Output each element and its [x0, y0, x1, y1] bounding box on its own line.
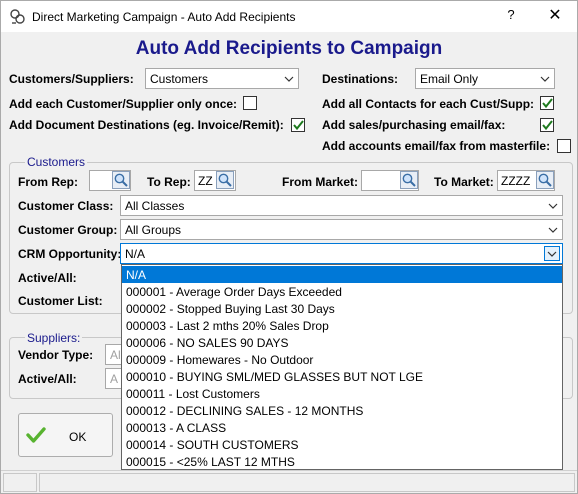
customer-group-select[interactable]: All Groups — [120, 219, 563, 240]
add-sales-email-label: Add sales/purchasing email/fax: — [322, 118, 506, 132]
add-once-label: Add each Customer/Supplier only once: — [9, 97, 238, 111]
crm-opportunity-dropdown-list: N/A 000001 - Average Order Days Exceeded 0… — [121, 264, 563, 470]
add-doc-dest-label: Add Document Destinations (eg. Invoice/R… — [9, 118, 284, 132]
crm-opportunity-value: N/A — [125, 247, 146, 261]
customer-group-value: All Groups — [125, 223, 182, 237]
ok-button-label: OK — [69, 430, 87, 444]
checkmark-icon — [542, 120, 553, 131]
app-logo-icon — [10, 9, 25, 24]
chevron-down-icon — [284, 76, 294, 82]
to-rep-label: To Rep: — [147, 175, 191, 189]
dropdown-option[interactable]: 000014 - SOUTH CUSTOMERS — [122, 436, 562, 453]
search-icon[interactable] — [400, 171, 418, 189]
active-all-label: Active/All: — [18, 271, 77, 285]
dropdown-option[interactable]: 000013 - A CLASS — [122, 419, 562, 436]
dropdown-option[interactable]: 000011 - Lost Customers — [122, 385, 562, 402]
checkmark-icon — [293, 120, 304, 131]
page-title: Auto Add Recipients to Campaign — [135, 38, 443, 59]
customers-suppliers-select[interactable]: Customers — [145, 68, 299, 89]
status-pane — [39, 473, 575, 492]
add-doc-dest-checkbox[interactable] — [291, 118, 305, 132]
add-accounts-email-label: Add accounts email/fax from masterfile: — [322, 139, 551, 153]
from-rep-label: From Rep: — [18, 175, 78, 189]
help-button[interactable]: ? — [499, 7, 523, 27]
dropdown-option[interactable]: 000001 - Average Order Days Exceeded — [122, 283, 562, 300]
customer-list-label: Customer List: — [18, 294, 103, 308]
customers-suppliers-label: Customers/Suppliers: — [9, 72, 134, 86]
vendor-type-label: Vendor Type: — [18, 348, 94, 362]
customer-class-label: Customer Class: — [18, 199, 114, 213]
add-all-contacts-checkbox[interactable] — [540, 96, 554, 110]
from-market-label: From Market: — [282, 175, 359, 189]
chevron-down-icon — [547, 251, 557, 257]
dropdown-option[interactable]: 000012 - DECLINING SALES - 12 MONTHS — [122, 402, 562, 419]
search-icon[interactable] — [216, 171, 234, 189]
status-bar — [1, 470, 577, 493]
destinations-select[interactable]: Email Only — [415, 68, 555, 89]
dropdown-option[interactable]: 000010 - BUYING SML/MED GLASSES BUT NOT … — [122, 368, 562, 385]
customer-class-select[interactable]: All Classes — [120, 195, 563, 216]
add-once-checkbox[interactable] — [243, 96, 257, 110]
chevron-down-icon — [548, 203, 558, 209]
customer-group-label: Customer Group: — [18, 223, 118, 237]
search-icon[interactable] — [536, 171, 554, 189]
customers-group-legend: Customers — [25, 155, 88, 169]
checkmark-icon — [26, 427, 46, 443]
crm-opportunity-label: CRM Opportunity: — [18, 247, 122, 261]
to-market-label: To Market: — [434, 175, 494, 189]
dropdown-option[interactable]: N/A — [122, 266, 562, 283]
dropdown-option[interactable]: 000009 - Homewares - No Outdoor — [122, 351, 562, 368]
dialog-window: Direct Marketing Campaign - Auto Add Rec… — [0, 0, 578, 494]
close-button[interactable]: ✕ — [541, 5, 569, 27]
dropdown-option[interactable]: 000002 - Stopped Buying Last 30 Days — [122, 300, 562, 317]
add-accounts-email-checkbox[interactable] — [557, 139, 571, 153]
dropdown-button[interactable] — [544, 246, 560, 261]
status-pane — [3, 473, 37, 492]
supplier-active-all-value: A — [110, 372, 119, 386]
customers-suppliers-value: Customers — [150, 72, 209, 86]
ok-button[interactable]: OK — [18, 413, 113, 457]
destinations-label: Destinations: — [322, 72, 399, 86]
crm-opportunity-select[interactable]: N/A — [120, 243, 563, 264]
search-icon[interactable] — [112, 171, 130, 189]
chevron-down-icon — [548, 227, 558, 233]
supplier-active-all-label: Active/All: — [18, 372, 77, 386]
suppliers-group-legend: Suppliers: — [25, 331, 83, 345]
checkmark-icon — [542, 98, 553, 109]
customer-class-value: All Classes — [125, 199, 185, 213]
destinations-value: Email Only — [420, 72, 479, 86]
add-all-contacts-label: Add all Contacts for each Cust/Supp: — [322, 97, 535, 111]
add-sales-email-checkbox[interactable] — [540, 118, 554, 132]
dropdown-option[interactable]: 000003 - Last 2 mths 20% Sales Drop — [122, 317, 562, 334]
title-bar: Direct Marketing Campaign - Auto Add Rec… — [1, 1, 577, 32]
dropdown-option[interactable]: 000006 - NO SALES 90 DAYS — [122, 334, 562, 351]
dropdown-option[interactable]: 000015 - <25% LAST 12 MTHS — [122, 453, 562, 470]
window-title: Direct Marketing Campaign - Auto Add Rec… — [32, 10, 296, 24]
chevron-down-icon — [540, 76, 550, 82]
